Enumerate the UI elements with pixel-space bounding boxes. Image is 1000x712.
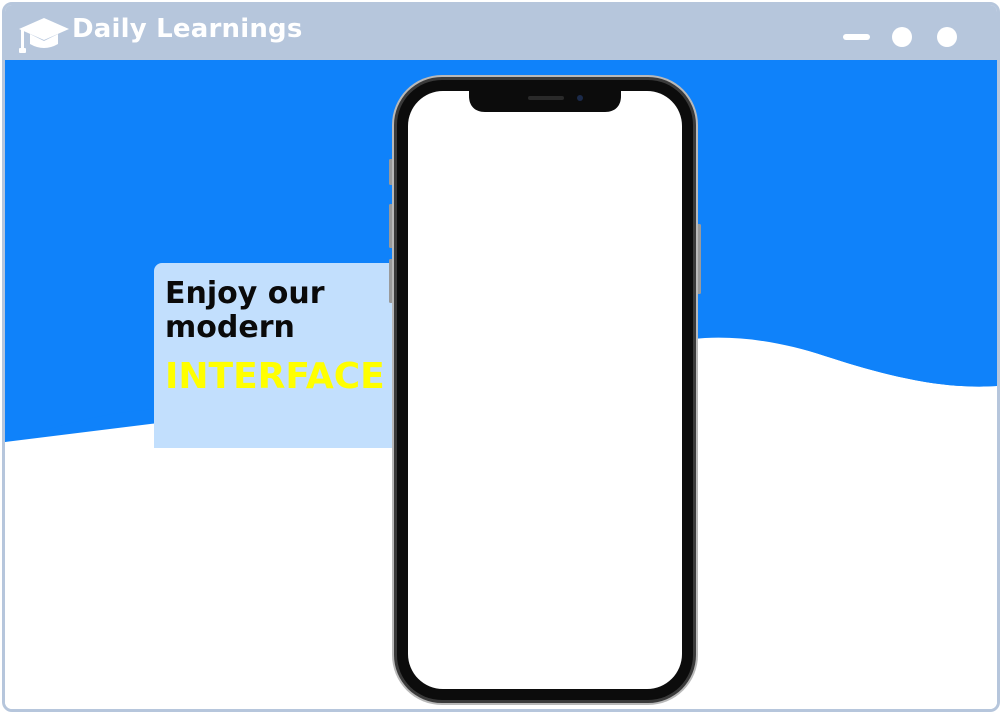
smartphone-mockup	[389, 75, 701, 705]
app-window: Daily Learnings Enjoy our modern INTERFA…	[2, 2, 1000, 712]
title-bar: Daily Learnings	[5, 5, 997, 60]
promo-accent-text: INTERFACE	[165, 356, 385, 397]
promo-heading-line2: modern	[165, 310, 295, 345]
maximize-button[interactable]	[892, 27, 912, 47]
minimize-button[interactable]	[843, 34, 870, 40]
hero-banner: Enjoy our modern INTERFACE	[5, 60, 997, 709]
graduation-cap-icon	[19, 18, 69, 53]
app-title: Daily Learnings	[72, 14, 303, 44]
promo-heading-line1: Enjoy our	[165, 276, 325, 311]
close-button[interactable]	[937, 27, 957, 47]
promo-card: Enjoy our modern INTERFACE	[154, 263, 394, 448]
